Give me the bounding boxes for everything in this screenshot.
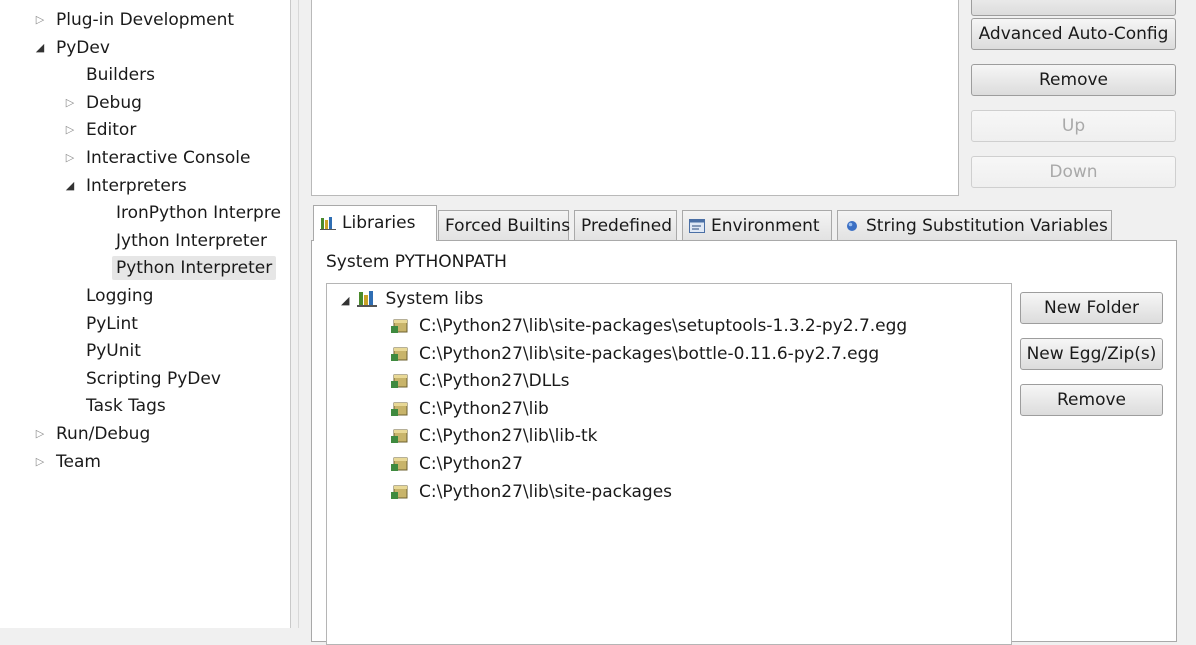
jar-icon xyxy=(391,347,408,361)
interpreter-list[interactable] xyxy=(311,0,959,196)
tab-label: Libraries xyxy=(342,213,416,233)
tree-item[interactable]: ▷ Debug xyxy=(0,91,290,115)
library-path-row[interactable]: C:\Python27\lib\site-packages\bottle-0.1… xyxy=(391,341,879,367)
tree-item[interactable]: ▷ Interactive Console xyxy=(0,146,290,170)
library-path-row[interactable]: C:\Python27\lib\site-packages\setuptools… xyxy=(391,313,907,339)
collapse-icon[interactable]: ◢ xyxy=(34,36,46,60)
jar-icon xyxy=(391,457,408,471)
library-path-label: C:\Python27\lib\site-packages\setuptools… xyxy=(419,316,908,336)
tree-item[interactable]: ◢ Interpreters xyxy=(0,174,290,198)
tab-forced-builtins[interactable]: Forced Builtins xyxy=(438,210,571,240)
top-cut-button[interactable] xyxy=(971,0,1176,16)
up-button[interactable]: Up xyxy=(971,110,1176,142)
tree-item-label: Task Tags xyxy=(86,396,166,417)
preferences-tree: ▷ Plug-in Development ◢ PyDev Builders ▷ Debug… xyxy=(0,0,291,628)
tree-item[interactable]: ◢ PyDev xyxy=(0,36,290,60)
system-libs-label: System libs xyxy=(385,289,484,309)
library-path-row[interactable]: C:\Python27\lib\site-packages xyxy=(391,479,672,505)
tree-item[interactable]: ▷ Plug-in Development xyxy=(0,8,290,32)
tab-label: String Substitution Variables xyxy=(866,216,1108,236)
tree-item[interactable]: ▷ Run/Debug xyxy=(0,422,290,446)
tree-item[interactable]: ▷ Editor xyxy=(0,118,290,142)
variables-icon xyxy=(847,221,857,231)
tab-label: Environment xyxy=(711,216,820,236)
tree-item-label: Debug xyxy=(86,92,142,113)
expand-icon[interactable]: ◢ xyxy=(341,294,349,307)
tree-item[interactable]: Python Interpreter xyxy=(0,256,290,281)
tree-item-label: Python Interpreter xyxy=(112,256,277,281)
expand-icon[interactable]: ▷ xyxy=(64,146,76,170)
expand-icon[interactable]: ▷ xyxy=(34,8,46,32)
libraries-icon xyxy=(357,291,378,307)
tree-item-label: Builders xyxy=(86,65,155,86)
library-path-label: C:\Python27\lib\site-packages\bottle-0.1… xyxy=(419,343,880,364)
tree-item-label: Jython Interpreter xyxy=(116,230,267,251)
tree-item[interactable]: PyUnit xyxy=(0,339,290,363)
jar-icon xyxy=(391,402,408,416)
system-libs-node[interactable]: ◢ System libs xyxy=(341,286,483,312)
tree-item-label: Logging xyxy=(86,286,154,306)
tree-item[interactable]: Logging xyxy=(0,284,290,308)
jar-icon xyxy=(391,485,408,499)
library-path-row[interactable]: C:\Python27\DLLs xyxy=(391,368,570,394)
expand-icon[interactable]: ▷ xyxy=(64,91,76,115)
tab-environment[interactable]: Environment xyxy=(682,210,832,240)
jar-icon xyxy=(391,429,408,444)
library-path-row[interactable]: C:\Python27\lib xyxy=(391,396,549,422)
library-path-row[interactable]: C:\Python27 xyxy=(391,451,523,477)
tab-libraries[interactable]: Libraries xyxy=(313,205,437,241)
new-folder-button[interactable]: New Folder xyxy=(1020,292,1163,324)
tree-item-label: Interactive Console xyxy=(86,148,251,168)
jar-icon xyxy=(391,374,408,389)
library-path-label: C:\Python27\lib xyxy=(419,398,549,419)
library-path-label: C:\Python27\DLLs xyxy=(419,371,570,392)
pythonpath-tree[interactable]: ◢ System libs C:\Python27\lib\site-packa… xyxy=(326,283,1012,645)
library-path-row[interactable]: C:\Python27\lib\lib-tk xyxy=(391,423,597,449)
library-path-label: C:\Python27\lib\lib-tk xyxy=(419,426,598,447)
pane-divider[interactable] xyxy=(292,0,299,628)
tree-item-label: Team xyxy=(56,451,101,472)
tree-item[interactable]: Jython Interpreter xyxy=(0,229,290,253)
tree-item-label: PyUnit xyxy=(86,341,141,362)
tree-item[interactable]: Scripting PyDev xyxy=(0,367,290,391)
tree-item-label: Run/Debug xyxy=(56,424,151,444)
environment-icon xyxy=(689,219,705,233)
jar-icon xyxy=(391,319,408,333)
tree-item[interactable]: Builders xyxy=(0,63,290,87)
tab-label: Predefined xyxy=(581,216,673,236)
tree-item-label: Plug-in Development xyxy=(56,10,235,30)
tab-label: Forced Builtins xyxy=(445,216,571,236)
tree-item-label: Scripting PyDev xyxy=(86,368,221,389)
remove-path-button[interactable]: Remove xyxy=(1020,384,1163,416)
tree-item[interactable]: Task Tags xyxy=(0,394,290,418)
tree-item[interactable]: ▷ Team xyxy=(0,450,290,474)
advanced-auto-config-button[interactable]: Advanced Auto-Config xyxy=(971,18,1176,50)
expand-icon[interactable]: ▷ xyxy=(34,422,46,446)
tab-string-substitution-variables[interactable]: String Substitution Variables xyxy=(837,210,1112,240)
tab-predefined[interactable]: Predefined xyxy=(574,210,677,240)
tree-item[interactable]: PyLint xyxy=(0,312,290,336)
new-egg-zip-button[interactable]: New Egg/Zip(s) xyxy=(1020,338,1163,370)
tree-item-label: Interpreters xyxy=(86,175,187,196)
library-path-label: C:\Python27\lib\site-packages xyxy=(419,481,673,502)
tree-item-label: IronPython Interpre xyxy=(116,203,281,224)
section-label: System PYTHONPATH xyxy=(326,252,507,272)
expand-icon[interactable]: ▷ xyxy=(64,118,76,142)
down-button[interactable]: Down xyxy=(971,156,1176,188)
tree-item[interactable]: IronPython Interpre xyxy=(0,201,290,225)
library-path-label: C:\Python27 xyxy=(419,454,523,474)
tree-item-label: PyLint xyxy=(86,313,138,334)
libraries-icon xyxy=(320,217,336,230)
expand-icon[interactable]: ▷ xyxy=(34,450,46,474)
tree-item-label: PyDev xyxy=(56,37,110,58)
collapse-icon[interactable]: ◢ xyxy=(64,174,76,198)
tree-item-label: Editor xyxy=(86,120,137,141)
remove-interpreter-button[interactable]: Remove xyxy=(971,64,1176,96)
